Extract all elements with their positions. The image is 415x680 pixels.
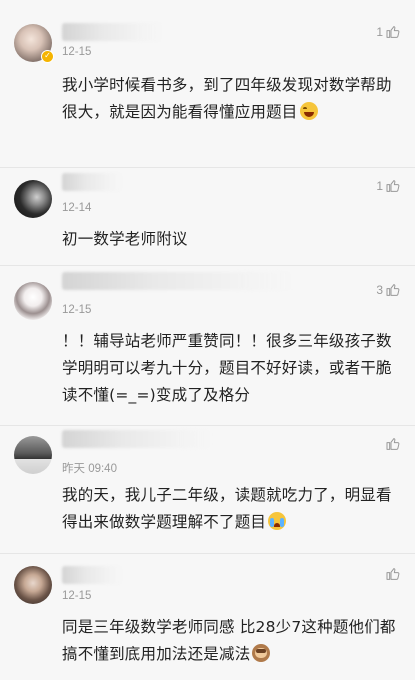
username-blurred[interactable] (62, 272, 292, 290)
thumbs-up-icon (386, 180, 400, 192)
user-avatar[interactable] (14, 282, 52, 320)
comment-time: 12-14 (62, 202, 92, 214)
comment-item: ✓ 12-15 1 我小学时候看书多，到了四年级发现对数学帮助很大，就是因为能看… (0, 0, 415, 168)
comment-text: 我小学时候看书多，到了四年级发现对数学帮助很大，就是因为能看得懂应用题目 (62, 76, 392, 121)
username-blurred[interactable] (62, 23, 162, 41)
like-count: 1 (376, 25, 383, 39)
user-avatar[interactable] (14, 436, 52, 474)
comment-text: 初一数学老师附议 (62, 230, 188, 248)
comment-item: 12-15 3 ！！辅导站老师严重赞同！！很多三年级孩子数学明明可以考九十分，题… (0, 266, 415, 426)
like-button[interactable]: 1 (376, 24, 401, 40)
comment-item: 昨天 09:40 我的天，我儿子二年级，读题就吃力了，明显看得出来做数学题理解不… (0, 426, 415, 554)
thumbs-up-icon (386, 568, 400, 580)
thumbs-up-icon (386, 284, 400, 296)
comment-item: 12-15 同是三年级数学老师同感 比28少7这种题他们都搞不懂到底用加法还是减… (0, 554, 415, 680)
comment-item: 12-14 1 初一数学老师附议 (0, 168, 415, 266)
like-count: 1 (376, 179, 383, 193)
like-button[interactable] (383, 436, 401, 452)
username-blurred[interactable] (62, 173, 122, 191)
user-avatar[interactable] (14, 180, 52, 218)
thumbs-up-icon (386, 26, 400, 38)
user-avatar[interactable] (14, 566, 52, 604)
like-button[interactable] (383, 566, 401, 582)
comment-text: 同是三年级数学老师同感 比28少7这种题他们都搞不懂到底用加法还是减法 (62, 618, 396, 663)
comment-time: 12-15 (62, 590, 92, 602)
like-button[interactable]: 1 (376, 178, 401, 194)
see-no-evil-monkey-emoji (252, 644, 271, 662)
like-count: 3 (376, 283, 383, 297)
username-blurred[interactable] (62, 566, 122, 584)
like-button[interactable]: 3 (376, 282, 401, 298)
comment-time: 12-15 (62, 304, 92, 316)
verified-badge-icon: ✓ (41, 50, 54, 63)
comment-text: 我的天，我儿子二年级，读题就吃力了，明显看得出来做数学题理解不了题目 (62, 486, 392, 531)
comment-time: 昨天 09:40 (62, 463, 117, 475)
comment-time: 12-15 (62, 46, 92, 58)
comment-text: ！！辅导站老师严重赞同！！很多三年级孩子数学明明可以考九十分，题目不好好读，或者… (62, 332, 392, 404)
crying-emoji (268, 512, 287, 530)
username-blurred[interactable] (62, 430, 212, 448)
thumbs-up-icon (386, 438, 400, 450)
comment-feed: ✓ 12-15 1 我小学时候看书多，到了四年级发现对数学帮助很大，就是因为能看… (0, 0, 415, 680)
laughing-emoji (299, 102, 318, 120)
